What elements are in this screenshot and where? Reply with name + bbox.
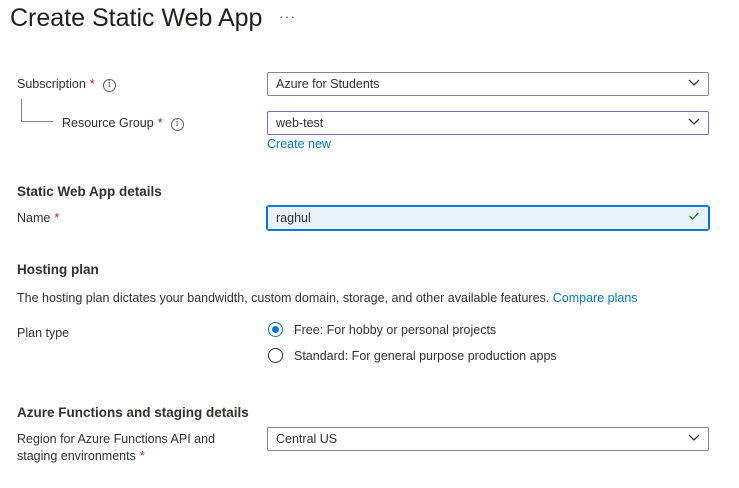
- more-options-icon[interactable]: ···: [279, 8, 296, 24]
- name-input[interactable]: raghul: [266, 205, 710, 231]
- region-value: Central US: [276, 432, 338, 446]
- hosting-description: The hosting plan dictates your bandwidth…: [17, 291, 550, 305]
- resource-group-value: web-test: [276, 116, 324, 130]
- info-icon[interactable]: i: [102, 79, 116, 92]
- resource-group-label-text: Resource Group: [62, 116, 154, 130]
- region-label-text: staging environments: [17, 449, 136, 463]
- name-value: raghul: [276, 211, 311, 225]
- hosting-description-line: The hosting plan dictates your bandwidth…: [17, 291, 638, 305]
- info-icon[interactable]: i: [170, 118, 184, 131]
- region-label-line2: staging environments *: [17, 449, 145, 463]
- radio-free-label[interactable]: Free: For hobby or personal projects: [294, 323, 496, 337]
- radio-free-plan[interactable]: [268, 322, 283, 337]
- hosting-heading: Hosting plan: [17, 262, 99, 277]
- resource-group-dropdown[interactable]: web-test: [267, 111, 709, 135]
- name-label: Name *: [17, 211, 59, 225]
- radio-standard-label[interactable]: Standard: For general purpose production…: [294, 349, 557, 363]
- chevron-down-icon: [688, 79, 700, 86]
- radio-standard-plan[interactable]: [268, 348, 283, 363]
- name-label-text: Name: [17, 211, 51, 225]
- plan-type-label: Plan type: [17, 326, 70, 340]
- chevron-down-icon: [688, 434, 700, 441]
- resource-group-label: Resource Group * i: [62, 116, 184, 131]
- tree-connector-vertical: [21, 99, 22, 121]
- compare-plans-link[interactable]: Compare plans: [553, 291, 638, 305]
- functions-heading: Azure Functions and staging details: [17, 405, 249, 420]
- page-title: Create Static Web App: [10, 4, 263, 32]
- required-marker: *: [139, 449, 145, 463]
- region-label-line1: Region for Azure Functions API and: [17, 432, 216, 446]
- required-marker: *: [157, 116, 163, 130]
- subscription-dropdown[interactable]: Azure for Students: [267, 72, 709, 96]
- subscription-value: Azure for Students: [276, 77, 380, 91]
- subscription-label-text: Subscription: [17, 77, 86, 91]
- chevron-down-icon: [688, 118, 700, 125]
- tree-connector-horizontal: [21, 121, 53, 122]
- check-icon: [689, 212, 699, 220]
- subscription-label: Subscription * i: [17, 77, 116, 92]
- required-marker: *: [54, 211, 60, 225]
- region-dropdown[interactable]: Central US: [267, 427, 709, 451]
- details-heading: Static Web App details: [17, 184, 162, 199]
- create-new-link[interactable]: Create new: [267, 137, 331, 151]
- required-marker: *: [89, 77, 95, 91]
